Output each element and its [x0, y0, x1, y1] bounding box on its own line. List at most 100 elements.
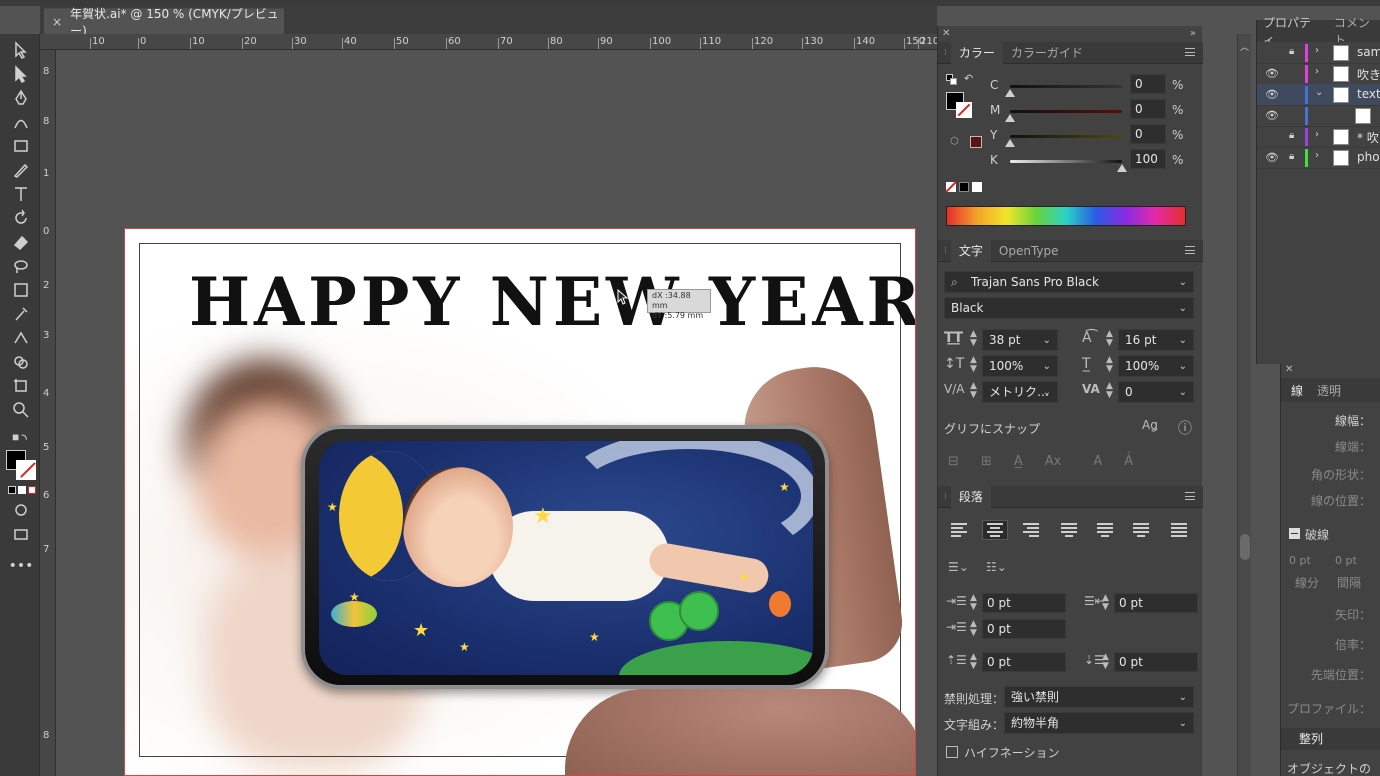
rotate-tool-icon[interactable] — [10, 208, 32, 228]
c-value-field[interactable]: 0 — [1130, 74, 1166, 94]
none-black-white-swatches[interactable] — [946, 182, 982, 192]
snap-anchor-icon[interactable]: Ả — [1124, 454, 1133, 469]
leading-stepper[interactable]: ▲ ▼ — [1106, 330, 1113, 348]
y-slider-track[interactable] — [1010, 135, 1122, 138]
artboard-tool-icon[interactable] — [10, 376, 32, 396]
scroll-up-icon[interactable]: ︿ — [1240, 40, 1249, 53]
justify-all-button[interactable] — [1166, 520, 1192, 540]
info-icon[interactable]: ⓘ — [1178, 418, 1192, 438]
c-slider-track[interactable] — [1010, 85, 1122, 88]
layer-row[interactable]: 🔒︎ › * 吹き — [1257, 126, 1380, 148]
stroke-color-swatch[interactable] — [16, 460, 36, 480]
curvature-tool-icon[interactable] — [10, 112, 32, 132]
font-size-field[interactable]: 38 pt ⌄ — [982, 329, 1058, 351]
swap-colors-icon[interactable]: ↶ — [964, 72, 973, 85]
horizontal-scale-stepper[interactable]: ▲ ▼ — [1106, 356, 1113, 374]
chevron-right-icon[interactable]: › — [1315, 150, 1319, 161]
paragraph-panel-menu-icon[interactable] — [1185, 492, 1195, 500]
hyphenation-checkbox[interactable] — [946, 746, 958, 758]
align-right-button[interactable] — [1018, 520, 1044, 540]
character-panel-menu-icon[interactable] — [1185, 246, 1195, 254]
indent-right-field[interactable]: 0 pt — [1114, 593, 1198, 613]
more-tools-icon[interactable]: ••• — [9, 556, 34, 576]
snap-angular-icon[interactable]: A — [1093, 454, 1102, 469]
screen-mode-icon[interactable] — [10, 524, 32, 544]
vertical-scrollbar[interactable]: ︿ — [1237, 34, 1251, 776]
shape-builder-tool-icon[interactable] — [10, 352, 32, 372]
indent-left-field[interactable]: 0 pt — [982, 593, 1066, 613]
close-panel-icon[interactable]: ✕ — [942, 28, 950, 39]
numbering-icon[interactable]: ☷⌄ — [986, 560, 1007, 574]
align-left-button[interactable] — [946, 520, 972, 540]
space-after-field[interactable]: 0 pt — [1114, 652, 1198, 672]
k-slider-track[interactable] — [1010, 160, 1122, 163]
eraser-tool-icon[interactable] — [10, 232, 32, 252]
vertical-scale-field[interactable]: 100% ⌄ — [982, 355, 1058, 377]
chevron-down-icon[interactable]: ⌄ — [1315, 87, 1323, 98]
close-stroke-panel-icon[interactable]: ✕ — [1285, 364, 1293, 375]
visibility-eye-icon[interactable]: 👁︎ — [1265, 109, 1279, 122]
swap-fill-stroke-icon[interactable] — [6, 428, 36, 448]
color-mode-buttons[interactable] — [8, 486, 36, 494]
k-slider-thumb[interactable] — [1117, 164, 1127, 172]
document-tab[interactable]: × 年賀状.ai* @ 150 % (CMYK/プレビュー) — [44, 7, 284, 38]
canvas-area[interactable]: HAPPY NEW YEAR ★ ★ ★ ★ ★ ★ ★ ★ dX:34.88… — [56, 50, 937, 776]
scrollbar-thumb[interactable] — [1240, 534, 1250, 560]
k-value-field[interactable]: 100 — [1130, 149, 1166, 169]
y-slider-thumb[interactable] — [1005, 139, 1015, 147]
y-value-field[interactable]: 0 — [1130, 124, 1166, 144]
kinsoku-dropdown[interactable]: 強い禁則 ⌄ — [1004, 686, 1194, 708]
type-tool-icon[interactable] — [10, 184, 32, 204]
first-line-indent-stepper[interactable]: ▲ ▼ — [970, 620, 977, 638]
closest-color-swatch[interactable] — [970, 136, 982, 148]
eyedropper-tool-icon[interactable] — [10, 304, 32, 324]
layer-row[interactable]: 🔒︎ › sam — [1257, 42, 1380, 64]
layer-row[interactable]: 👁︎ › 吹き — [1257, 63, 1380, 85]
default-colors-icon[interactable] — [946, 74, 958, 86]
chevron-right-icon[interactable]: › — [1315, 66, 1319, 77]
lock-icon[interactable]: 🔒︎ — [1289, 130, 1294, 141]
dashed-line-checkbox[interactable] — [1289, 528, 1300, 539]
collapse-panel-icon[interactable]: » — [1190, 28, 1196, 39]
tracking-stepper[interactable]: ▲ ▼ — [1106, 382, 1113, 400]
indent-left-stepper[interactable]: ▲ ▼ — [970, 594, 977, 612]
first-line-indent-field[interactable]: 0 pt — [982, 619, 1066, 639]
snap-glyph-bounds-icon[interactable]: A̲ — [1014, 454, 1023, 469]
tab-character[interactable]: 文字 — [950, 239, 991, 262]
chevron-right-icon[interactable]: › — [1315, 45, 1319, 56]
leading-field[interactable]: 16 pt ⌄ — [1118, 329, 1194, 351]
color-spectrum-bar[interactable] — [946, 206, 1186, 226]
m-slider-thumb[interactable] — [1005, 114, 1015, 122]
layer-row[interactable]: 👁︎ ⌄ text — [1257, 84, 1380, 106]
align-panel-tab[interactable]: 整列 — [1281, 728, 1380, 750]
out-of-gamut-cube-icon[interactable]: ⬡ — [950, 136, 959, 147]
justify-left-button[interactable] — [1056, 520, 1082, 540]
font-family-dropdown[interactable]: ⌕ Trajan Sans Pro Black ⌄ — [944, 271, 1194, 293]
layer-row[interactable]: 👁︎ 🔒︎ › phot — [1257, 147, 1380, 169]
kerning-field[interactable]: メトリク… ⌄ — [982, 381, 1058, 403]
align-center-button[interactable] — [982, 520, 1008, 540]
m-value-field[interactable]: 0 — [1130, 99, 1166, 119]
tab-color[interactable]: カラー — [950, 41, 1003, 64]
c-slider-thumb[interactable] — [1005, 89, 1015, 97]
vertical-scale-stepper[interactable]: ▲ ▼ — [970, 356, 977, 374]
space-after-stepper[interactable]: ▲ ▼ — [1102, 653, 1109, 671]
paintbrush-tool-icon[interactable] — [10, 160, 32, 180]
tab-opentype[interactable]: OpenType — [991, 240, 1067, 262]
chevron-right-icon[interactable]: › — [1315, 129, 1319, 140]
visibility-eye-icon[interactable]: 👁︎ — [1265, 67, 1279, 80]
space-before-field[interactable]: 0 pt — [982, 652, 1066, 672]
zoom-tool-icon[interactable] — [10, 400, 32, 420]
gradient-tool-icon[interactable] — [10, 280, 32, 300]
indent-right-stepper[interactable]: ▲ ▼ — [1102, 594, 1109, 612]
justify-right-button[interactable] — [1128, 520, 1154, 540]
snap-proximity-icon[interactable]: Ax — [1045, 454, 1062, 469]
font-style-dropdown[interactable]: Black ⌄ — [944, 297, 1194, 319]
m-slider-track[interactable] — [1010, 110, 1122, 113]
artboard[interactable]: HAPPY NEW YEAR ★ ★ ★ ★ ★ ★ ★ ★ dX:34.88… — [124, 228, 916, 776]
lasso-tool-icon[interactable] — [10, 256, 32, 276]
tab-paragraph[interactable]: 段落 — [950, 485, 991, 508]
tab-color-guide[interactable]: カラーガイド — [1003, 42, 1091, 64]
color-panel-stroke-swatch[interactable] — [956, 102, 972, 118]
space-before-stepper[interactable]: ▲ ▼ — [970, 653, 977, 671]
